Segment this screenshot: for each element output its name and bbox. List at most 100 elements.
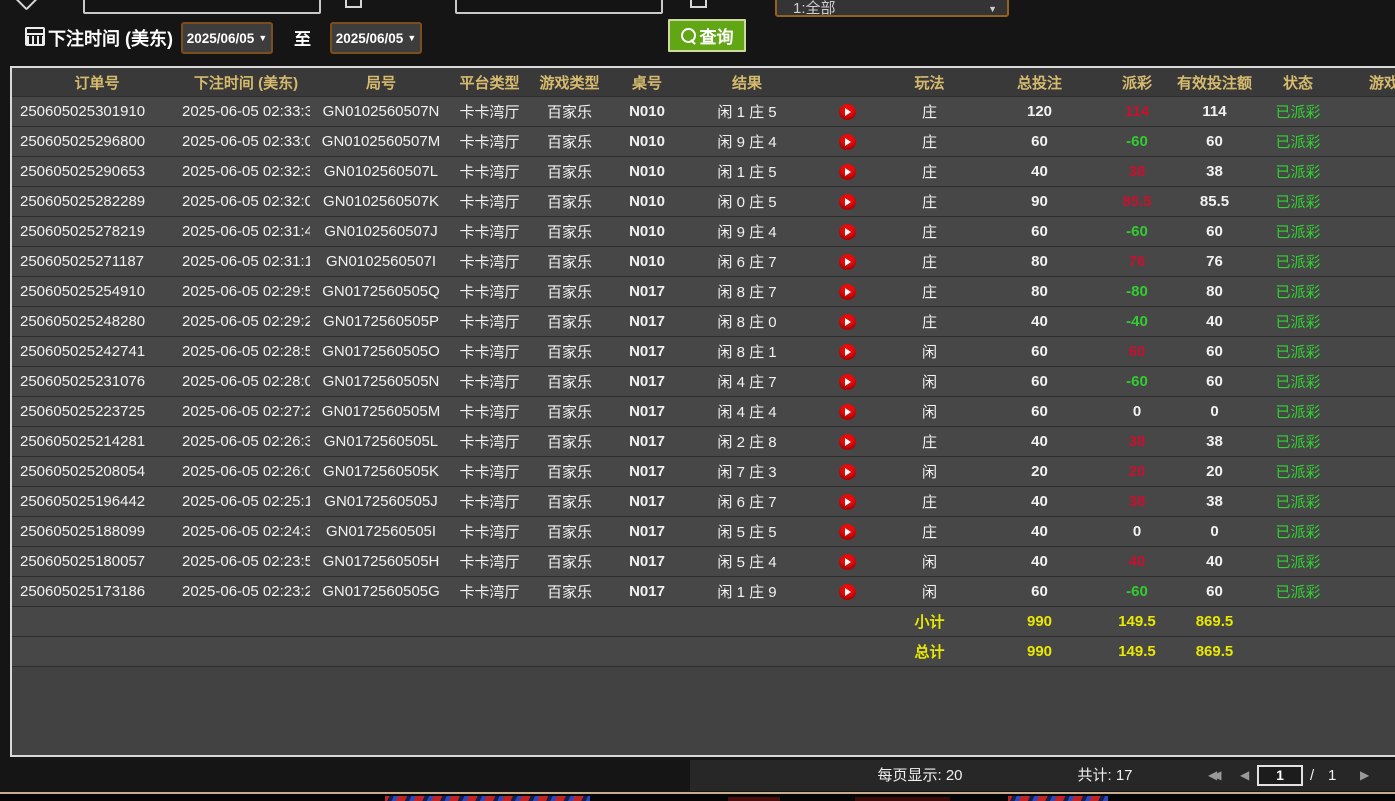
replay-icon[interactable] (839, 194, 856, 210)
background-roadmap-strip (0, 792, 1395, 801)
cell-order-no: 250605025242741 (12, 343, 182, 360)
page-input[interactable]: 1 (1257, 765, 1303, 786)
cell-mode: - (1339, 373, 1395, 390)
cell-result: 闲 5 庄 4 (682, 551, 812, 572)
replay-icon[interactable] (839, 584, 856, 600)
cell-total-bet: 20 (977, 463, 1102, 480)
cell-bet-time: 2025-06-05 02:32:39 (182, 163, 310, 180)
cell-mode: - (1339, 493, 1395, 510)
cell-mode: - (1339, 103, 1395, 120)
cell-round-no: GN0172560505Q (310, 283, 452, 300)
cell-replay (812, 254, 882, 270)
table-row: 2506050251964422025-06-05 02:25:15GN0172… (12, 487, 1395, 517)
replay-icon[interactable] (839, 224, 856, 240)
cell-status: 已派彩 (1257, 581, 1339, 602)
cell-result: 闲 4 庄 4 (682, 401, 812, 422)
filter-input-2[interactable] (455, 0, 663, 14)
cell-game-type: 百家乐 (527, 101, 612, 122)
cell-round-no: GN0102560507I (310, 253, 452, 270)
cell-order-no: 250605025296800 (12, 133, 182, 150)
table-row: 2506050252968002025-06-05 02:33:07GN0102… (12, 127, 1395, 157)
cell-result: 闲 2 庄 8 (682, 431, 812, 452)
cell-platform: 卡卡湾厅 (452, 221, 527, 242)
cell-valid-bet: 80 (1172, 283, 1257, 300)
cell-mode: - (1339, 163, 1395, 180)
caret-down-icon: ▼ (258, 33, 267, 43)
replay-icon[interactable] (839, 104, 856, 120)
cell-status: 已派彩 (1257, 371, 1339, 392)
col-header-status: 状态 (1257, 72, 1339, 93)
cell-order-no: 250605025282289 (12, 193, 182, 210)
replay-icon[interactable] (839, 464, 856, 480)
replay-icon[interactable] (839, 134, 856, 150)
cell-game-type: 百家乐 (527, 401, 612, 422)
cell-total-bet: 40 (977, 163, 1102, 180)
table-row: 2506050252782192025-06-05 02:31:42GN0102… (12, 217, 1395, 247)
cell-play: 庄 (882, 311, 977, 332)
replay-icon[interactable] (839, 554, 856, 570)
cell-mode: - (1339, 283, 1395, 300)
cell-bet-time: 2025-06-05 02:28:59 (182, 343, 310, 360)
cell-game-type: 百家乐 (527, 251, 612, 272)
cell-total-bet: 120 (977, 103, 1102, 120)
replay-icon[interactable] (839, 524, 856, 540)
cell-result: 闲 9 庄 4 (682, 221, 812, 242)
replay-icon[interactable] (839, 494, 856, 510)
date-to-select[interactable]: 2025/06/05 ▼ (330, 22, 422, 54)
cell-result: 闲 1 庄 5 (682, 161, 812, 182)
cell-total-bet: 80 (977, 253, 1102, 270)
replay-icon[interactable] (839, 404, 856, 420)
query-button[interactable]: 查询 (668, 19, 746, 52)
first-page-button[interactable]: ◀◀ (1208, 760, 1216, 791)
cell-platform: 卡卡湾厅 (452, 251, 527, 272)
cell-game-type: 百家乐 (527, 311, 612, 332)
cell-game-type: 百家乐 (527, 461, 612, 482)
cell-total-bet: 40 (977, 313, 1102, 330)
replay-icon[interactable] (839, 284, 856, 300)
cell-play: 庄 (882, 131, 977, 152)
cell-platform: 卡卡湾厅 (452, 521, 527, 542)
cell-table-no: N017 (612, 313, 682, 330)
cell-valid-bet: 60 (1172, 223, 1257, 240)
cell-round-no: GN0172560505M (310, 403, 452, 420)
cell-mode: - (1339, 463, 1395, 480)
cell-table-no: N017 (612, 583, 682, 600)
cell-payout: 0 (1102, 403, 1172, 420)
cell-table-no: N017 (612, 493, 682, 510)
replay-icon[interactable] (839, 164, 856, 180)
card-icon (345, 0, 362, 8)
replay-icon[interactable] (839, 344, 856, 360)
cell-game-type: 百家乐 (527, 581, 612, 602)
cell-platform: 卡卡湾厅 (452, 491, 527, 512)
cell-mode: - (1339, 223, 1395, 240)
table-row: 2506050251731862025-06-05 02:23:25GN0172… (12, 577, 1395, 607)
cell-play: 庄 (882, 251, 977, 272)
cell-table-no: N010 (612, 133, 682, 150)
prev-page-button[interactable]: ◀ (1240, 760, 1249, 791)
filter-dropdown[interactable]: 1:全部 ▼ (775, 0, 1009, 17)
cell-total-bet: 40 (977, 493, 1102, 510)
replay-icon[interactable] (839, 374, 856, 390)
next-page-button[interactable]: ▶ (1360, 760, 1369, 791)
table-row: 2506050252482802025-06-05 02:29:25GN0172… (12, 307, 1395, 337)
cell-result: 闲 8 庄 0 (682, 311, 812, 332)
search-icon (681, 28, 696, 43)
cell-status: 已派彩 (1257, 461, 1339, 482)
total-row-valid_bet: 869.5 (1172, 643, 1257, 660)
date-from-select[interactable]: 2025/06/05 ▼ (181, 22, 273, 54)
replay-icon[interactable] (839, 314, 856, 330)
cell-bet-time: 2025-06-05 02:28:02 (182, 373, 310, 390)
cell-valid-bet: 114 (1172, 103, 1257, 120)
cell-round-no: GN0102560507N (310, 103, 452, 120)
cell-replay (812, 464, 882, 480)
replay-icon[interactable] (839, 254, 856, 270)
filter-input-1[interactable] (83, 0, 321, 14)
replay-icon[interactable] (839, 434, 856, 450)
cell-round-no: GN0102560507J (310, 223, 452, 240)
cell-bet-time: 2025-06-05 02:29:25 (182, 313, 310, 330)
cell-table-no: N010 (612, 253, 682, 270)
cell-valid-bet: 0 (1172, 523, 1257, 540)
cell-total-bet: 60 (977, 223, 1102, 240)
cell-play: 闲 (882, 581, 977, 602)
cell-game-type: 百家乐 (527, 281, 612, 302)
